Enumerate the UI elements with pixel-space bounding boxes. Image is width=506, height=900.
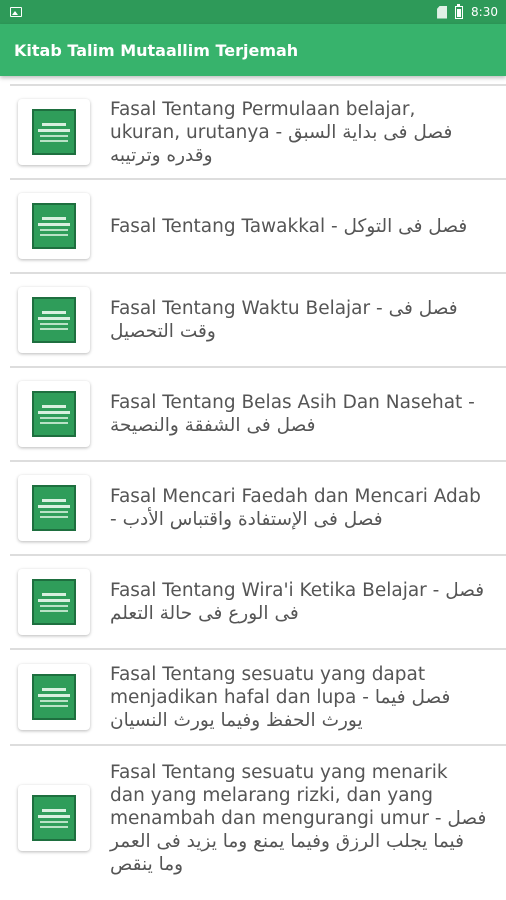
image-notification-icon [10, 7, 22, 17]
book-cover-thumbnail [18, 381, 90, 447]
book-icon [32, 203, 76, 249]
chapter-list: Fasal Tentang Permulaan belajar, ukuran,… [0, 84, 506, 890]
item-title: Fasal Mencari Faedah dan Mencari Adab - … [110, 486, 481, 530]
status-time: 8:30 [471, 5, 498, 19]
book-cover-thumbnail [18, 475, 90, 541]
item-title: Fasal Tentang sesuatu yang dapat menjadi… [110, 663, 451, 731]
book-icon [32, 795, 76, 841]
no-sim-icon [437, 5, 448, 19]
battery-icon [455, 3, 464, 19]
book-cover-thumbnail [18, 664, 90, 730]
item-title: Fasal Tentang Belas Asih Dan Nasehat - ف… [110, 392, 475, 436]
book-cover-thumbnail [18, 99, 90, 165]
list-item[interactable]: Fasal Tentang Tawakkal - فصل فى التوكل [10, 178, 506, 272]
book-cover-thumbnail [18, 569, 90, 635]
book-icon [32, 674, 76, 720]
app-title: Kitab Talim Mutaallim Terjemah [14, 40, 299, 60]
item-title: Fasal Tentang Waktu Belajar - فصل فى وقت… [110, 298, 458, 342]
book-icon [32, 297, 76, 343]
list-item[interactable]: Fasal Tentang sesuatu yang menarik dan y… [10, 744, 506, 890]
item-title: Fasal Tentang Wira'i Ketika Belajar - فص… [110, 580, 485, 624]
list-item[interactable]: Fasal Tentang Wira'i Ketika Belajar - فص… [10, 554, 506, 648]
list-item[interactable]: Fasal Tentang Permulaan belajar, ukuran,… [10, 84, 506, 178]
item-title: Fasal Tentang sesuatu yang menarik dan y… [110, 761, 487, 875]
book-cover-thumbnail [18, 193, 90, 259]
status-bar: 8:30 [0, 0, 506, 24]
list-item[interactable]: Fasal Tentang Waktu Belajar - فصل فى وقت… [10, 272, 506, 366]
app-bar: Kitab Talim Mutaallim Terjemah [0, 24, 506, 76]
list-item[interactable]: Fasal Mencari Faedah dan Mencari Adab - … [10, 460, 506, 554]
item-title: Fasal Tentang Permulaan belajar, ukuran,… [110, 98, 453, 166]
book-icon [32, 391, 76, 437]
list-item[interactable]: Fasal Tentang Belas Asih Dan Nasehat - ف… [10, 366, 506, 460]
item-title: Fasal Tentang Tawakkal - فصل فى التوكل [110, 215, 468, 237]
book-icon [32, 109, 76, 155]
book-icon [32, 579, 76, 625]
book-icon [32, 485, 76, 531]
book-cover-thumbnail [18, 287, 90, 353]
book-cover-thumbnail [18, 785, 90, 851]
list-item[interactable]: Fasal Tentang sesuatu yang dapat menjadi… [10, 648, 506, 744]
